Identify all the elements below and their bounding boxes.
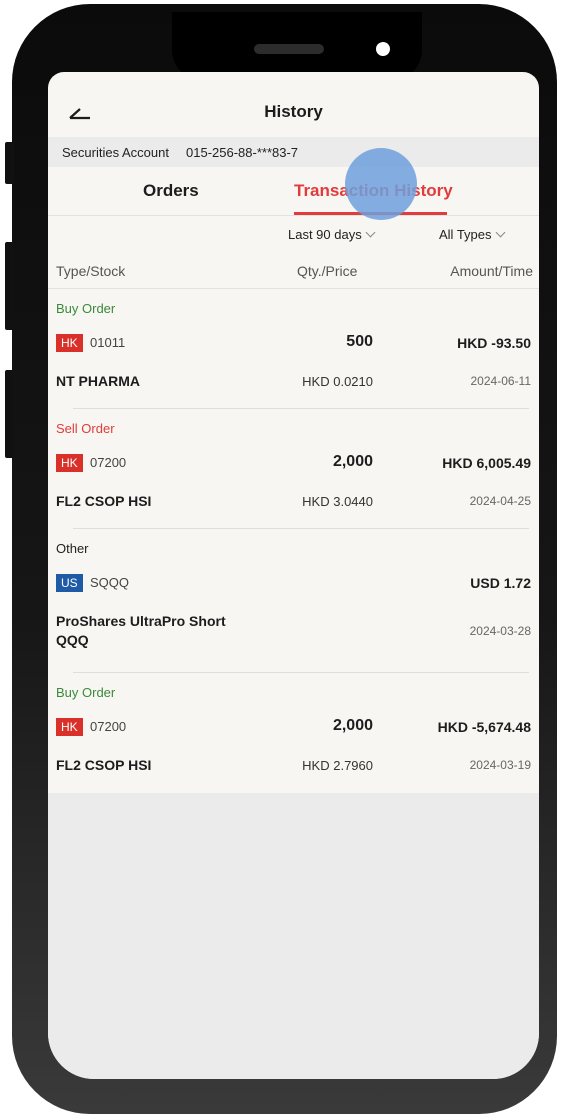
type-filter[interactable]: All Types <box>439 227 505 242</box>
app-screen: History Securities Account 015-256-88-**… <box>48 72 539 1079</box>
mute-switch <box>5 142 14 184</box>
transaction-date: 2024-04-25 <box>469 494 531 508</box>
filter-bar: Last 90 days All Types <box>48 217 539 251</box>
account-label: Securities Account <box>62 145 169 160</box>
camera-icon <box>376 42 390 56</box>
tab-bar: Orders Transaction History <box>48 169 539 216</box>
quantity: 500 <box>346 333 373 350</box>
transaction-date: 2024-03-19 <box>469 758 531 772</box>
transaction-row[interactable]: Other US SQQQ USD 1.72 ProShares UltraPr… <box>48 529 539 673</box>
account-number: 015-256-88-***83-7 <box>186 145 299 160</box>
quantity: 2,000 <box>332 453 373 470</box>
amount: HKD 6,005.49 <box>442 455 531 471</box>
transaction-type: Buy Order <box>56 301 116 316</box>
stock-code: 07200 <box>90 455 127 470</box>
column-amount-time: Amount/Time <box>450 263 533 279</box>
column-header: Type/Stock Qty./Price Amount/Time <box>48 252 539 289</box>
navigation-bar: History <box>48 72 539 136</box>
transaction-date: 2024-03-28 <box>469 624 531 638</box>
quantity: 2,000 <box>332 717 373 734</box>
stock-code: 07200 <box>90 719 127 734</box>
stock-name: NT PHARMA <box>56 373 140 389</box>
tab-orders[interactable]: Orders <box>143 181 199 201</box>
stock-name: FL2 CSOP HSI <box>56 757 152 773</box>
type-filter-label: All Types <box>439 227 492 242</box>
account-bar: Securities Account 015-256-88-***83-7 <box>48 137 539 167</box>
market-badge: US <box>56 574 83 592</box>
stock-name: ProShares UltraPro Short QQQ <box>56 613 226 648</box>
touch-indicator <box>345 148 417 220</box>
period-filter[interactable]: Last 90 days <box>288 227 376 242</box>
transaction-type: Other <box>56 541 89 556</box>
empty-list-area <box>48 793 539 1079</box>
amount: HKD -5,674.48 <box>437 719 531 735</box>
transaction-row[interactable]: Sell Order HK 07200 2,000 HKD 6,005.49 F… <box>48 409 539 529</box>
speaker-grille <box>254 44 324 54</box>
amount: USD 1.72 <box>470 575 531 591</box>
chevron-down-icon <box>365 227 376 238</box>
stock-code: SQQQ <box>90 575 130 590</box>
market-badge: HK <box>56 334 83 352</box>
volume-up-button <box>5 242 14 330</box>
transaction-row[interactable]: Buy Order HK 01011 500 HKD -93.50 NT PHA… <box>48 289 539 409</box>
page-title: History <box>264 102 323 121</box>
volume-down-button <box>5 370 14 458</box>
amount: HKD -93.50 <box>457 335 531 351</box>
market-badge: HK <box>56 718 83 736</box>
price: HKD 2.7960 <box>302 758 373 773</box>
period-filter-label: Last 90 days <box>288 227 362 242</box>
stock-code: 01011 <box>90 335 126 350</box>
column-type-stock: Type/Stock <box>56 263 126 279</box>
stock-name: FL2 CSOP HSI <box>56 493 152 509</box>
price: HKD 3.0440 <box>302 494 373 509</box>
transaction-list: Buy Order HK 01011 500 HKD -93.50 NT PHA… <box>48 289 539 793</box>
transaction-date: 2024-06-11 <box>470 374 532 388</box>
transaction-type: Buy Order <box>56 685 116 700</box>
column-qty-price: Qty./Price <box>297 263 358 279</box>
transaction-type: Sell Order <box>56 421 115 436</box>
transaction-row[interactable]: Buy Order HK 07200 2,000 HKD -5,674.48 F… <box>48 673 539 793</box>
price: HKD 0.0210 <box>302 374 373 389</box>
phone-notch <box>172 12 422 80</box>
chevron-down-icon <box>495 227 505 238</box>
market-badge: HK <box>56 454 83 472</box>
